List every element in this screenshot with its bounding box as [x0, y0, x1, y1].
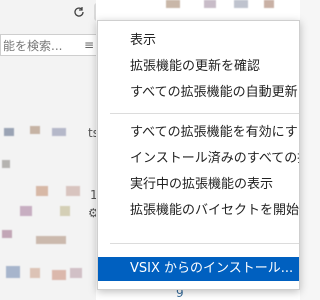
blurred-item — [264, 0, 274, 8]
menu-item-all-installed[interactable]: インストール済みのすべての拡張 — [98, 147, 299, 171]
menu-item-check-updates[interactable]: 拡張機能の更新を確認 — [98, 55, 299, 79]
blurred-item — [166, 0, 180, 8]
blurred-item — [2, 160, 10, 168]
blurred-item — [2, 230, 12, 238]
filter-icon[interactable]: ≡ — [84, 38, 94, 52]
blurred-item — [52, 128, 66, 136]
blurred-item — [234, 0, 248, 8]
menu-item-enable-all[interactable]: すべての拡張機能を有効にす — [98, 121, 299, 145]
menu-item-show[interactable]: 表示 — [98, 29, 299, 53]
menu-item-auto-update-all[interactable]: すべての拡張機能の自動更新 — [98, 81, 299, 105]
blurred-item — [4, 128, 14, 136]
blurred-item — [52, 270, 66, 280]
extensions-pane: 能を検索... ≡ ts 1 ⚙ — [0, 0, 112, 300]
blurred-item — [204, 0, 216, 8]
blurred-item — [60, 206, 70, 216]
menu-item-install-from-vsix[interactable]: VSIX からのインストール... — [98, 257, 299, 281]
menu-separator — [110, 243, 299, 244]
blurred-item — [36, 186, 48, 196]
menu-separator — [110, 113, 299, 114]
extension-search-input[interactable]: 能を検索... ≡ — [0, 34, 98, 56]
blurred-item — [36, 236, 66, 244]
blurred-item — [6, 266, 20, 278]
menu-item-show-running[interactable]: 実行中の拡張機能の表示 — [98, 173, 299, 197]
blurred-item — [66, 186, 80, 196]
search-placeholder: 能を検索... — [3, 38, 63, 53]
refresh-icon[interactable] — [70, 3, 88, 21]
menu-item-start-bisect[interactable]: 拡張機能のバイセクトを開始 — [98, 199, 299, 223]
blurred-item — [70, 268, 82, 278]
blurred-item — [30, 268, 40, 278]
blurred-item — [30, 126, 40, 134]
extensions-more-actions-menu: 表示 拡張機能の更新を確認 すべての拡張機能の自動更新 すべての拡張機能を有効に… — [97, 20, 300, 290]
blurred-item — [20, 206, 32, 216]
